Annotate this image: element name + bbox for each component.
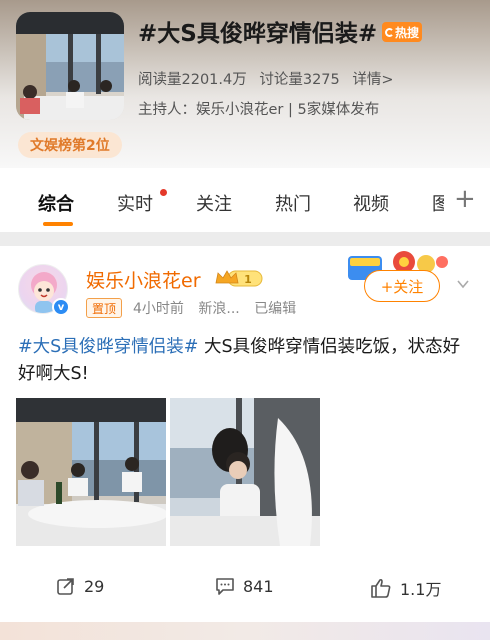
post-image-1[interactable]: [16, 398, 166, 546]
plus-icon[interactable]: +: [454, 186, 476, 212]
author-name[interactable]: 娱乐小浪花er: [86, 266, 201, 293]
tab-comprehensive[interactable]: 综合: [38, 190, 74, 216]
crown-icon[interactable]: 1: [214, 268, 264, 288]
tab-hot[interactable]: 热门: [275, 190, 311, 216]
tab-realtime[interactable]: 实时: [117, 190, 153, 216]
active-tab-indicator: [43, 222, 73, 226]
like-button[interactable]: 1.1万: [370, 576, 441, 600]
post-actions: 29 841 1.1万: [0, 568, 490, 608]
edited-label[interactable]: 已编辑: [254, 301, 296, 317]
post-card: v 娱乐小浪花er 1 置顶 4小时前 新浪... 已编辑 +关注 #大S具俊晔…: [0, 246, 490, 622]
post-source: 新浪...: [198, 301, 240, 317]
details-link[interactable]: 详情>: [352, 72, 393, 88]
topic-stats: 阅读量2201.4万 讨论量3275 详情>: [138, 68, 402, 89]
hot-badge: 热搜: [382, 22, 422, 42]
discussion-count: 讨论量3275: [259, 72, 340, 88]
tab-following[interactable]: 关注: [196, 190, 232, 216]
rank-tag[interactable]: 文娱榜第2位: [18, 132, 122, 158]
hot-badge-label: 热搜: [394, 25, 419, 40]
hot-icon: [384, 27, 394, 37]
topic-host[interactable]: 主持人：娱乐小浪花er | 5家媒体发布: [138, 98, 379, 119]
repost-count: 29: [84, 576, 105, 596]
pinned-tag: 置顶: [86, 298, 123, 318]
comment-icon: [216, 578, 234, 595]
repost-icon: [57, 578, 74, 595]
comment-count: 841: [243, 576, 274, 596]
follow-button[interactable]: +关注: [364, 270, 440, 302]
verified-icon: v: [52, 298, 70, 316]
like-count: 1.1万: [400, 580, 442, 599]
like-icon: [371, 578, 391, 598]
post-meta: 4小时前 新浪... 已编辑: [133, 298, 306, 318]
next-item-peek: [0, 622, 490, 640]
repost-button[interactable]: 29: [56, 576, 104, 596]
read-count: 阅读量2201.4万: [138, 72, 247, 88]
tab-images[interactable]: 图: [432, 190, 444, 216]
post-time: 4小时前: [133, 301, 184, 317]
topic-thumbnail[interactable]: [16, 12, 124, 120]
level-badge: 1: [244, 273, 252, 286]
tab-bar: 综合 实时 关注 热门 视频 图 +: [0, 168, 490, 232]
comment-button[interactable]: 841: [215, 576, 274, 596]
chevron-down-icon[interactable]: [456, 276, 470, 290]
topic-title: #大S具俊晔穿情侣装#: [138, 21, 378, 47]
post-text: #大S具俊晔穿情侣装# 大S具俊晔穿情侣装吃饭，状态好好啊大S!: [18, 334, 472, 388]
topic-header: #大S具俊晔穿情侣装# 热搜 阅读量2201.4万 讨论量3275 详情> 主持…: [0, 0, 490, 168]
post-image-2[interactable]: [170, 398, 320, 546]
new-content-dot: [160, 189, 167, 196]
post-hashtag[interactable]: #大S具俊晔穿情侣装#: [18, 337, 198, 357]
tab-video[interactable]: 视频: [353, 190, 389, 216]
